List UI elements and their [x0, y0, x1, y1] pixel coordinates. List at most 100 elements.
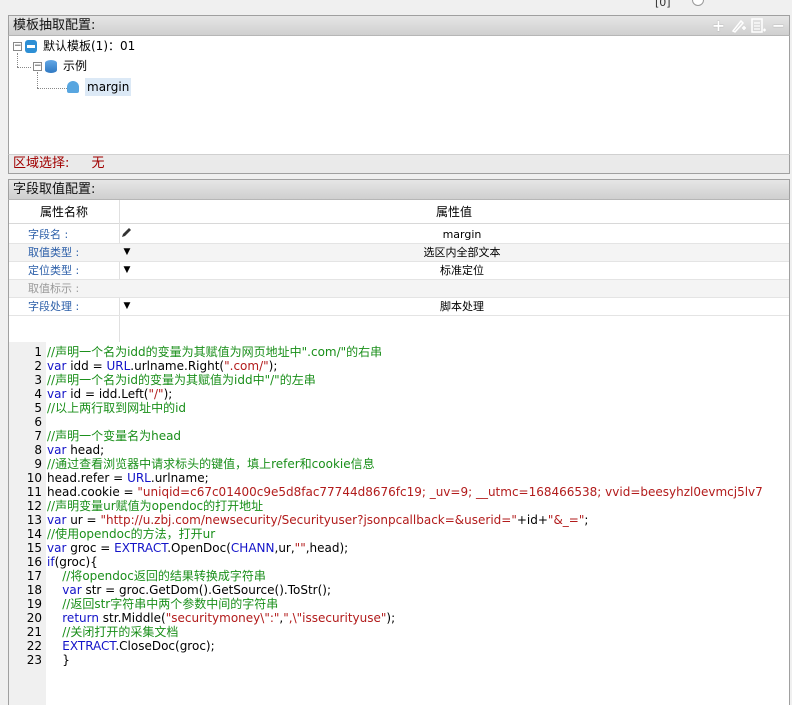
code-text[interactable]: //关闭打开的采集文档: [47, 625, 178, 639]
grid-row-label: 取值类型 :: [28, 246, 80, 259]
code-line[interactable]: 14 //使用opendoc的方法，打开ur: [9, 527, 789, 541]
code-text[interactable]: //声明变量ur赋值为opendoc的打开地址: [47, 499, 263, 513]
code-text[interactable]: var head;: [47, 443, 104, 457]
code-line[interactable]: 12 //声明变量ur赋值为opendoc的打开地址: [9, 499, 789, 513]
list-icon[interactable]: [750, 17, 767, 34]
col-value-header: 属性值: [435, 205, 472, 219]
template-panel-header: 模板抽取配置: + −: [8, 15, 790, 36]
template-icon: [25, 39, 37, 53]
code-line[interactable]: 20 return str.Middle("securitymoney\":",…: [9, 611, 789, 625]
code-line[interactable]: 1 //声明一个名为idd的变量为其赋值为网页地址中".com/"的右串: [9, 345, 789, 359]
code-text[interactable]: if(groc){: [47, 555, 98, 569]
code-text[interactable]: var idd = URL.urlname.Right(".com/");: [47, 359, 277, 373]
collapse-toggle-icon[interactable]: −: [33, 61, 42, 71]
field-panel-header: 字段取值配置:: [8, 179, 790, 200]
line-number: 1: [34, 345, 42, 359]
tree-node-leaf[interactable]: margin: [67, 78, 132, 96]
code-text[interactable]: return str.Middle("securitymoney\":",",\…: [47, 611, 395, 625]
code-text[interactable]: //返回str字符串中两个参数中间的字符串: [47, 597, 278, 611]
code-text[interactable]: //声明一个名为id的变量为其赋值为idd中"/"的左串: [47, 373, 316, 387]
code-line[interactable]: 19 //返回str字符串中两个参数中间的字符串: [9, 597, 789, 611]
grid-row-field-process[interactable]: 字段处理 : ▼ 脚本处理: [9, 298, 789, 316]
line-number: 10: [26, 471, 42, 485]
code-line[interactable]: 7 //声明一个变量名为head: [9, 429, 789, 443]
dropdown-arrow-icon[interactable]: ▼: [121, 262, 133, 279]
code-line[interactable]: 10 head.refer = URL.urlname;: [9, 471, 789, 485]
code-line[interactable]: 11 head.cookie = "uniqid=c67c01400c9e5d8f…: [9, 485, 789, 499]
grid-row-value[interactable]: margin: [135, 226, 789, 243]
line-number: 17: [26, 569, 42, 583]
code-line[interactable]: 18 var str = groc.GetDom().GetSource().T…: [9, 583, 789, 597]
line-number: 11: [26, 485, 42, 499]
grid-row-label: 取值标示 :: [28, 282, 80, 295]
grid-row-value[interactable]: 标准定位: [135, 262, 789, 279]
code-line[interactable]: 17 //将opendoc返回的结果转换成字符串: [9, 569, 789, 583]
line-number: 8: [34, 443, 42, 457]
code-text[interactable]: var groc = EXTRACT.OpenDoc(CHANN,ur,"",h…: [47, 541, 348, 555]
code-line[interactable]: 16 if(groc){: [9, 555, 789, 569]
script-editor[interactable]: 1 //声明一个名为idd的变量为其赋值为网页地址中".com/"的右串 2 var …: [8, 342, 790, 705]
collapse-toggle-icon[interactable]: −: [13, 41, 22, 51]
code-text[interactable]: var ur = "http://u.zbj.com/newsecurity/S…: [47, 513, 588, 527]
line-number: 15: [26, 541, 42, 555]
add-icon[interactable]: +: [710, 17, 727, 34]
col-name-header: 属性名称: [39, 205, 88, 219]
tree-node-root-label: 默认模板(1)：01: [43, 39, 136, 53]
code-text[interactable]: head.cookie = "uniqid=c67c01400c9e5d8fac…: [47, 485, 763, 499]
region-select-row[interactable]: 区域选择: 无: [8, 154, 790, 174]
code-line[interactable]: 2 var idd = URL.urlname.Right(".com/");: [9, 359, 789, 373]
dropdown-arrow-icon[interactable]: ▼: [121, 244, 133, 261]
pencil-icon[interactable]: [121, 226, 133, 245]
grid-row-value[interactable]: 脚本处理: [135, 298, 789, 315]
code-text[interactable]: //以上两行取到网址中的id: [47, 401, 186, 415]
top-strip: [0]: [0, 0, 792, 10]
code-text[interactable]: var id = idd.Left("/");: [47, 387, 172, 401]
tree-node-root[interactable]: − 默认模板(1)：01: [13, 37, 135, 55]
code-text[interactable]: EXTRACT.CloseDoc(groc);: [47, 639, 214, 653]
grid-row-locate-type[interactable]: 定位类型 : ▼ 标准定位: [9, 262, 789, 280]
code-text[interactable]: //使用opendoc的方法，打开ur: [47, 527, 215, 541]
code-line[interactable]: 21 //关闭打开的采集文档: [9, 625, 789, 639]
remove-icon[interactable]: −: [770, 17, 787, 34]
field-icon: [67, 81, 79, 93]
help-icon[interactable]: [692, 0, 704, 6]
code-line[interactable]: 8 var head;: [9, 443, 789, 457]
line-number: 19: [26, 597, 42, 611]
line-number: 7: [34, 429, 42, 443]
code-text[interactable]: }: [47, 653, 70, 667]
code-line[interactable]: 4 var id = idd.Left("/");: [9, 387, 789, 401]
line-number: 5: [34, 401, 42, 415]
code-line[interactable]: 15 var groc = EXTRACT.OpenDoc(CHANN,ur,""…: [9, 541, 789, 555]
code-line[interactable]: 3 //声明一个名为id的变量为其赋值为idd中"/"的左串: [9, 373, 789, 387]
tree-node-child[interactable]: − 示例: [33, 57, 87, 75]
code-text[interactable]: //将opendoc返回的结果转换成字符串: [47, 569, 266, 583]
template-panel-title: 模板抽取配置:: [13, 18, 96, 33]
grid-row-field-name[interactable]: 字段名 : margin: [9, 226, 789, 244]
line-number: 22: [26, 639, 42, 653]
line-number: 9: [34, 457, 42, 471]
line-number: 4: [34, 387, 42, 401]
code-line[interactable]: 22 EXTRACT.CloseDoc(groc);: [9, 639, 789, 653]
code-line[interactable]: 5 //以上两行取到网址中的id: [9, 401, 789, 415]
line-number: 23: [26, 653, 42, 667]
code-line[interactable]: 6: [9, 415, 789, 429]
code-text[interactable]: head.refer = URL.urlname;: [47, 471, 209, 485]
database-icon: [45, 59, 57, 73]
code-line[interactable]: 13 var ur = "http://u.zbj.com/newsecurity…: [9, 513, 789, 527]
line-number: 14: [26, 527, 42, 541]
code-text[interactable]: //声明一个名为idd的变量为其赋值为网页地址中".com/"的右串: [47, 345, 382, 359]
edit-add-icon[interactable]: [730, 17, 747, 34]
region-select-value: 无: [91, 156, 105, 171]
code-text[interactable]: var str = groc.GetDom().GetSource().ToSt…: [47, 583, 331, 597]
line-number: 12: [26, 499, 42, 513]
grid-row-value-type[interactable]: 取值类型 : ▼ 选区内全部文本: [9, 244, 789, 262]
tree-node-leaf-label: margin: [85, 78, 132, 96]
code-text[interactable]: //声明一个变量名为head: [47, 429, 181, 443]
code-lines[interactable]: 1 //声明一个名为idd的变量为其赋值为网页地址中".com/"的右串 2 var …: [9, 345, 789, 667]
code-text[interactable]: //通过查看浏览器中请求标头的键值，填上refer和cookie信息: [47, 457, 375, 471]
code-line[interactable]: 9 //通过查看浏览器中请求标头的键值，填上refer和cookie信息: [9, 457, 789, 471]
grid-row-value[interactable]: 选区内全部文本: [135, 244, 789, 261]
tree-connector: [37, 88, 67, 89]
dropdown-arrow-icon[interactable]: ▼: [121, 298, 133, 315]
code-line[interactable]: 23 }: [9, 653, 789, 667]
